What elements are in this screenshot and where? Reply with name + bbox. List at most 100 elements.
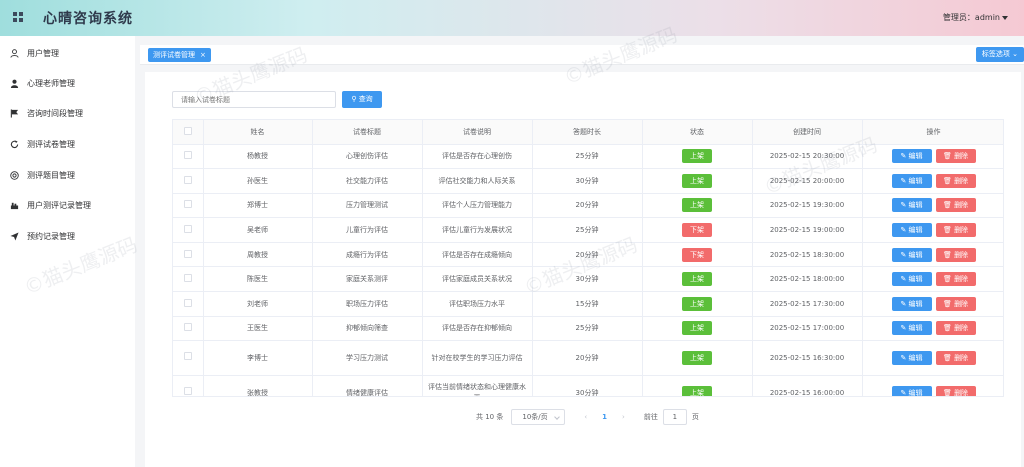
- cell-title: 儿童行为评估: [312, 217, 423, 243]
- row-checkbox[interactable]: [173, 144, 204, 170]
- status-button[interactable]: 上架: [682, 386, 712, 396]
- cell-actions: ✎ 编辑 🗑 删除: [862, 168, 1003, 194]
- edit-label: 编辑: [908, 275, 923, 284]
- edit-icon: ✎: [900, 275, 907, 284]
- delete-button[interactable]: 🗑 删除: [935, 198, 976, 213]
- row-checkbox[interactable]: [173, 266, 204, 293]
- papers-table: 姓名 试卷标题 试卷说明 答题时长 状态 创建时间 操作 杨教授 心理创伤评估 评估…: [172, 119, 1004, 397]
- sidebar-item-teachers[interactable]: 心理老师管理: [0, 68, 135, 98]
- column-header: 操作: [862, 120, 1003, 145]
- sidebar-item-label: 预约记录管理: [27, 231, 75, 241]
- row-checkbox[interactable]: [173, 168, 204, 194]
- person-icon: [10, 79, 19, 88]
- sidebar-item-timeslots[interactable]: 咨询时间段管理: [0, 98, 135, 128]
- cell-name: 李博士: [203, 340, 313, 377]
- row-checkbox[interactable]: [173, 316, 204, 342]
- grid-menu-icon[interactable]: [13, 12, 23, 22]
- cell-actions: ✎ 编辑 🗑 删除: [862, 316, 1003, 342]
- prev-page-button[interactable]: ‹: [584, 413, 587, 421]
- row-checkbox[interactable]: [173, 217, 204, 243]
- cell-name: 杨教授: [203, 144, 313, 170]
- cell-title: 成瘾行为评估: [312, 242, 423, 268]
- cell-description: 评估社交能力和人际关系: [422, 168, 533, 194]
- trash-icon: 🗑: [942, 152, 952, 161]
- edit-button[interactable]: ✎ 编辑: [891, 223, 932, 238]
- row-checkbox[interactable]: [173, 375, 204, 396]
- status-button[interactable]: 上架: [682, 149, 712, 164]
- current-page-number[interactable]: 1: [602, 413, 607, 421]
- row-checkbox[interactable]: [173, 193, 204, 219]
- sidebar-item-records[interactable]: 用户测评记录管理: [0, 190, 135, 220]
- admin-dropdown[interactable]: 管理员：admin: [943, 12, 1008, 23]
- edit-button[interactable]: ✎ 编辑: [891, 149, 932, 164]
- status-button[interactable]: 上架: [682, 296, 712, 311]
- goto-page-input[interactable]: 1: [662, 409, 687, 425]
- edit-button[interactable]: ✎ 编辑: [891, 296, 932, 311]
- sidebar-item-papers[interactable]: 测评试卷管理: [0, 129, 135, 159]
- table-row: 陈医生 家庭关系测评 评估家庭成员关系状况 30分钟 上架 2025-02-15 18:0…: [173, 266, 1003, 293]
- cell-actions: ✎ 编辑 🗑 删除: [862, 266, 1003, 293]
- delete-button[interactable]: 🗑 删除: [935, 386, 976, 396]
- status-button[interactable]: 上架: [682, 173, 712, 188]
- cell-status: 上架: [642, 266, 753, 293]
- delete-button[interactable]: 🗑 删除: [935, 149, 976, 164]
- edit-button[interactable]: ✎ 编辑: [891, 247, 932, 262]
- delete-button[interactable]: 🗑 删除: [935, 351, 976, 366]
- refresh-icon: [10, 139, 19, 149]
- edit-icon: ✎: [900, 226, 907, 235]
- edit-button[interactable]: ✎ 编辑: [891, 198, 932, 213]
- delete-button[interactable]: 🗑 删除: [935, 247, 976, 262]
- sidebar-item-appointments[interactable]: 预约记录管理: [0, 221, 135, 251]
- tag-options-button[interactable]: 标签选项 ⌄: [975, 47, 1024, 62]
- row-checkbox[interactable]: [173, 291, 204, 317]
- status-button[interactable]: 上架: [682, 321, 712, 336]
- edit-button[interactable]: ✎ 编辑: [891, 321, 932, 336]
- cell-duration: 30分钟: [532, 375, 643, 396]
- select-all-checkbox[interactable]: [173, 120, 204, 145]
- cell-created: 2025-02-15 20:00:00: [752, 168, 863, 194]
- delete-label: 删除: [954, 250, 969, 259]
- status-button[interactable]: 下架: [682, 223, 712, 238]
- trash-icon: 🗑: [942, 275, 952, 284]
- send-icon: [10, 231, 19, 241]
- sidebar-item-questions[interactable]: 测评题目管理: [0, 160, 135, 190]
- page-unit-label: 页: [691, 413, 699, 421]
- edit-button[interactable]: ✎ 编辑: [891, 272, 932, 287]
- status-button[interactable]: 上架: [682, 272, 712, 287]
- delete-button[interactable]: 🗑 删除: [935, 173, 976, 188]
- edit-button[interactable]: ✎ 编辑: [891, 351, 932, 366]
- row-checkbox[interactable]: [173, 242, 204, 268]
- edit-button[interactable]: ✎ 编辑: [891, 173, 932, 188]
- trash-icon: 🗑: [942, 250, 952, 259]
- search-input[interactable]: [172, 91, 336, 108]
- tab-paper-management[interactable]: 测评试卷管理 ×: [148, 48, 211, 62]
- goto-label: 前往: [643, 413, 658, 421]
- page-size-select[interactable]: 10条/页: [511, 409, 566, 425]
- edit-button[interactable]: ✎ 编辑: [891, 386, 932, 396]
- sidebar-item-users[interactable]: 用户管理: [0, 38, 135, 68]
- cell-name: 孙医生: [203, 168, 313, 194]
- table-row: 王医生 抑郁倾向筛查 评估是否存在抑郁倾向 25分钟 上架 2025-02-15 17:0…: [173, 316, 1003, 342]
- status-button[interactable]: 上架: [682, 351, 712, 366]
- row-checkbox[interactable]: [173, 340, 204, 377]
- close-icon[interactable]: ×: [200, 51, 206, 59]
- status-button[interactable]: 下架: [682, 247, 712, 262]
- status-button[interactable]: 上架: [682, 198, 712, 213]
- cell-duration: 15分钟: [532, 291, 643, 317]
- delete-button[interactable]: 🗑 删除: [935, 272, 976, 287]
- column-header: 姓名: [203, 120, 313, 145]
- cell-title: 抑郁倾向筛查: [312, 316, 423, 342]
- sidebar-item-label: 测评试卷管理: [27, 139, 75, 149]
- cell-created: 2025-02-15 16:00:00: [752, 375, 863, 396]
- delete-button[interactable]: 🗑 删除: [935, 223, 976, 238]
- edit-icon: ✎: [900, 354, 907, 363]
- table-row: 郑博士 压力管理测试 评估个人压力管理能力 20分钟 上架 2025-02-15 19:3…: [173, 193, 1003, 219]
- edit-label: 编辑: [908, 324, 923, 333]
- help-circle-icon: [10, 170, 19, 180]
- delete-button[interactable]: 🗑 删除: [935, 321, 976, 336]
- sidebar-item-label: 用户管理: [27, 48, 59, 58]
- delete-button[interactable]: 🗑 删除: [935, 296, 976, 311]
- cell-actions: ✎ 编辑 🗑 删除: [862, 144, 1003, 170]
- search-button[interactable]: ⚲ 查询: [342, 91, 382, 108]
- next-page-button[interactable]: ›: [622, 413, 625, 421]
